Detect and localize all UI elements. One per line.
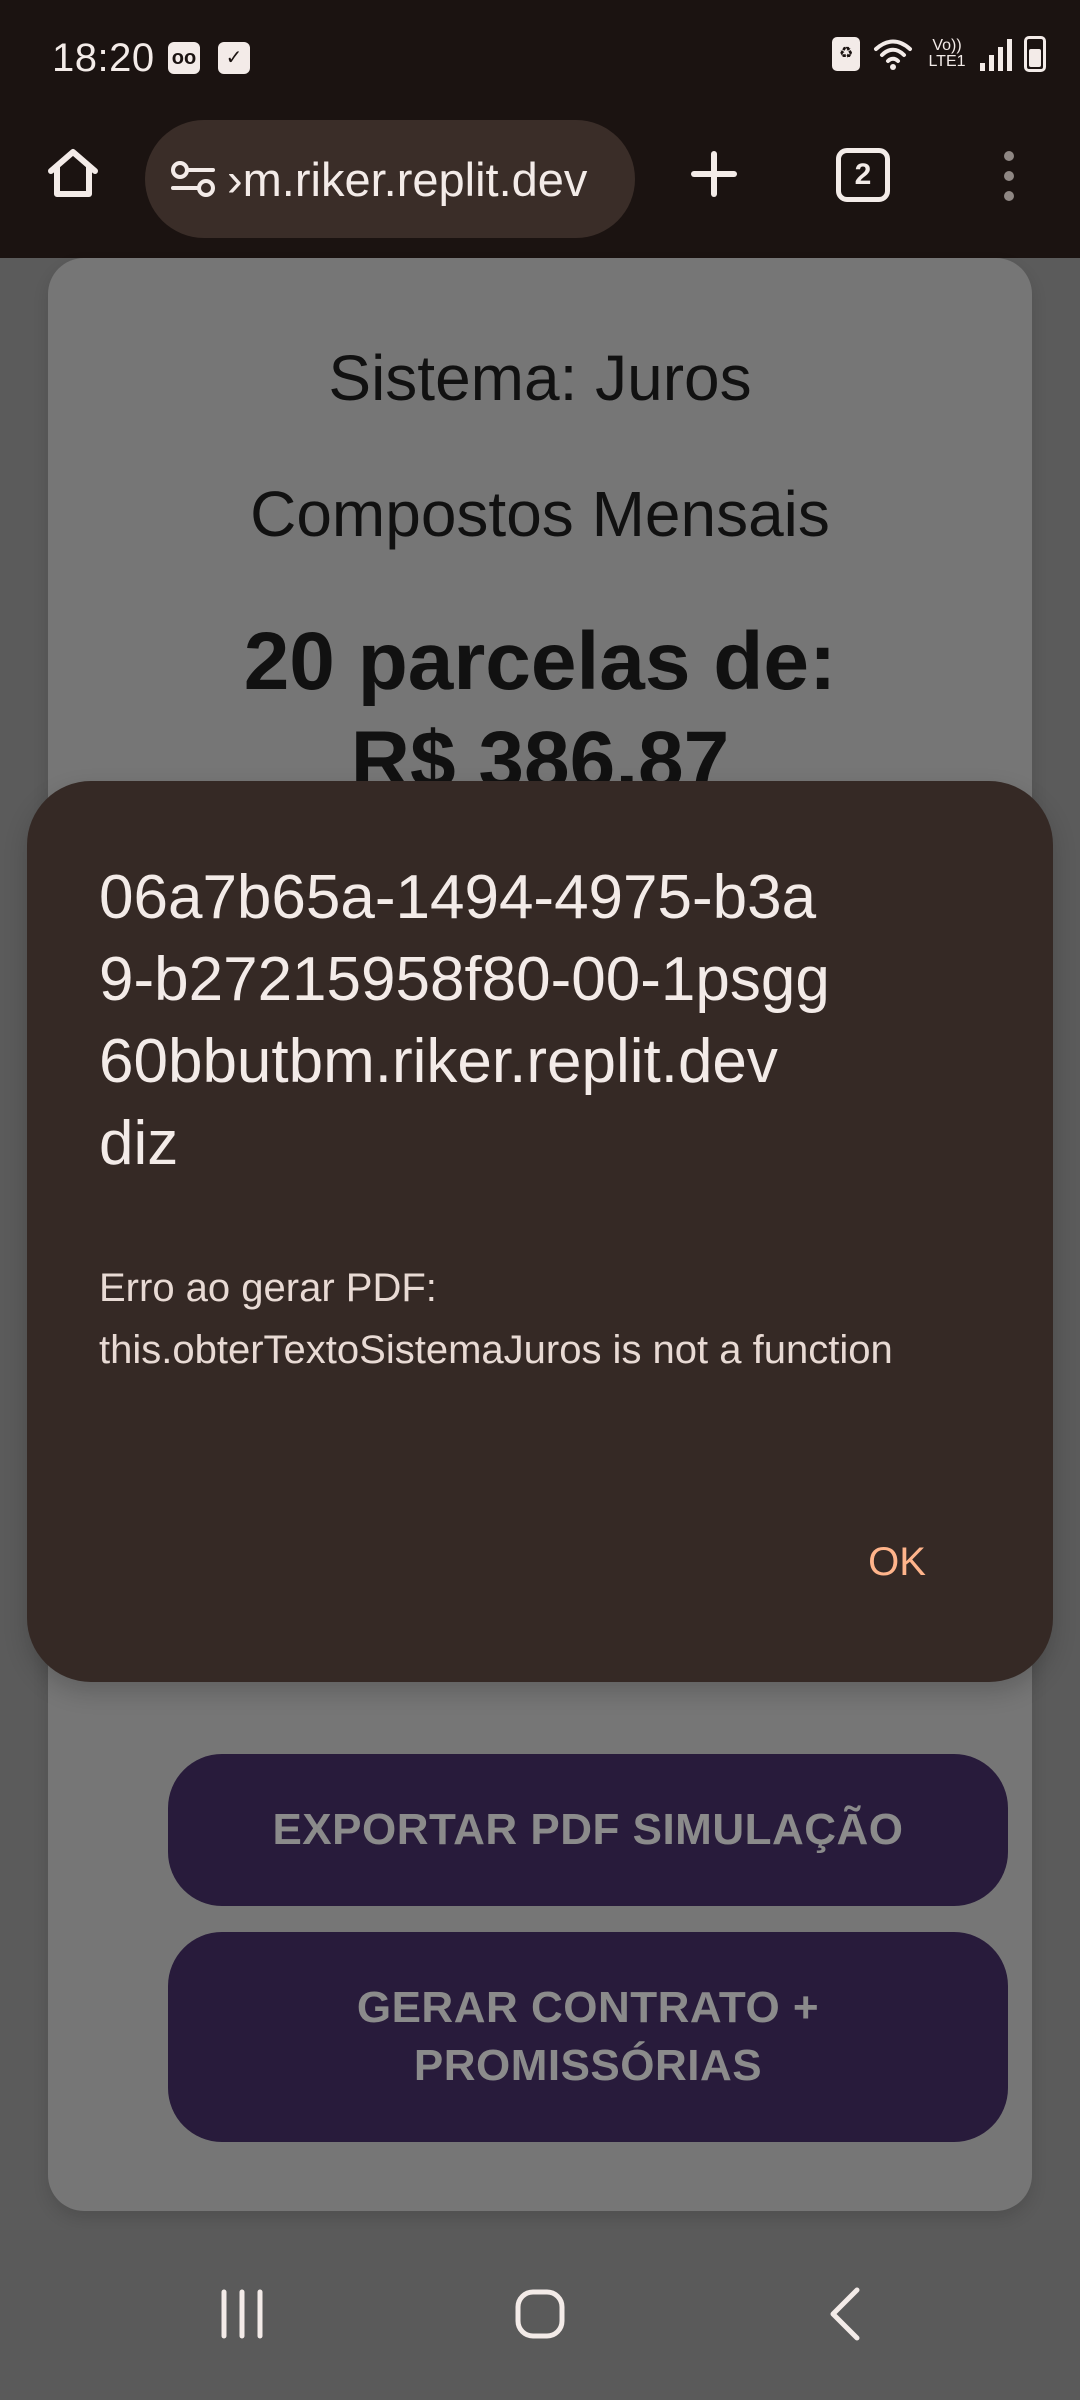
voicemail-icon: oo bbox=[168, 42, 200, 74]
status-bar: 18:20 oo ✓ ♻ Vo)) LTE1 bbox=[0, 0, 1080, 120]
checkbox-icon: ✓ bbox=[218, 42, 250, 74]
home-icon[interactable] bbox=[44, 144, 102, 202]
address-bar[interactable]: ›m.riker.replit.dev bbox=[145, 120, 635, 238]
recycle-icon: ♻ bbox=[832, 37, 860, 71]
tab-count-button[interactable]: 2 bbox=[836, 148, 890, 202]
lte-indicator: Vo)) LTE1 bbox=[928, 37, 966, 70]
export-pdf-button[interactable]: EXPORTAR PDF SIMULAÇÃO bbox=[168, 1754, 1008, 1906]
status-time: 18:20 bbox=[52, 36, 155, 80]
recent-apps-icon[interactable] bbox=[204, 2276, 280, 2352]
home-circle-icon[interactable] bbox=[502, 2276, 578, 2352]
interest-system-title: Sistema: Juros Compostos Mensais bbox=[250, 342, 830, 550]
generate-contract-button[interactable]: GERAR CONTRATO + PROMISSÓRIAS bbox=[168, 1932, 1008, 2142]
installments-title: 20 parcelas de: bbox=[243, 616, 837, 707]
signal-icon bbox=[980, 37, 1012, 71]
android-navigation-bar bbox=[0, 2230, 1080, 2400]
ok-button[interactable]: OK bbox=[847, 1531, 947, 1593]
dialog-message: Erro ao gerar PDF: this.obterTextoSistem… bbox=[99, 1266, 893, 1372]
wifi-icon bbox=[874, 39, 912, 70]
alert-dialog: 06a7b65a-1494-4975-b3a 9-b27215958f80-00… bbox=[27, 781, 1053, 1682]
address-url[interactable]: ›m.riker.replit.dev bbox=[227, 154, 617, 206]
battery-icon bbox=[1024, 36, 1046, 72]
tune-icon[interactable] bbox=[169, 159, 217, 199]
dialog-title: 06a7b65a-1494-4975-b3a 9-b27215958f80-00… bbox=[99, 863, 830, 1178]
plus-icon[interactable] bbox=[688, 148, 740, 200]
more-vertical-icon[interactable] bbox=[995, 148, 1023, 204]
browser-toolbar: ›m.riker.replit.dev 2 bbox=[0, 120, 1080, 258]
status-left-icons: oo ✓ bbox=[168, 42, 250, 74]
status-right-icons: ♻ Vo)) LTE1 bbox=[832, 36, 1046, 72]
back-icon[interactable] bbox=[808, 2276, 884, 2352]
